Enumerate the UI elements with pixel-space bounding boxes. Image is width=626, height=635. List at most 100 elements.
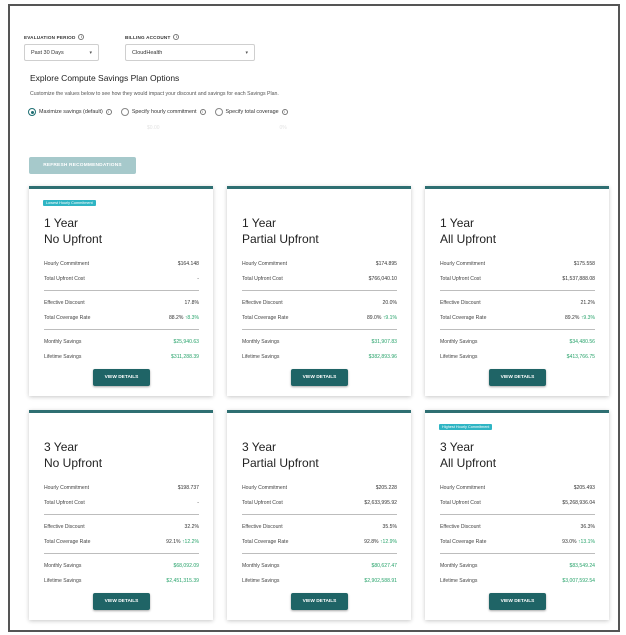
billing-account-filter: BILLING ACCOUNT i CloudHealth ▾	[125, 34, 255, 61]
hourly-commitment-row: Hourly Commitment $174.895	[242, 256, 397, 271]
plan-title: 1 Year All Upfront	[440, 216, 496, 247]
coverage-value: 88.2%	[168, 314, 184, 321]
total-upfront-cost-row: Total Upfront Cost -	[44, 495, 199, 510]
metric-label: Total Upfront Cost	[440, 499, 481, 506]
metric-value: $413,766.75	[566, 353, 595, 360]
divider	[440, 514, 595, 515]
chevron-down-icon: ▾	[245, 49, 248, 56]
option-total-coverage[interactable]: Specify total coverage i	[214, 108, 288, 116]
plan-term: 1 Year	[242, 216, 277, 230]
metric-label: Lifetime Savings	[242, 353, 280, 360]
total-coverage-input[interactable]: 0%	[280, 125, 287, 131]
effective-discount-row: Effective Discount 21.2%	[440, 295, 595, 310]
divider	[44, 290, 199, 291]
refresh-recommendations-button[interactable]: REFRESH RECOMMENDATIONS	[29, 157, 136, 174]
metric-label: Effective Discount	[440, 299, 481, 306]
hourly-commitment-input[interactable]: $0.00	[147, 125, 160, 131]
option-label: Specify total coverage	[225, 109, 279, 115]
metric-value: $3,007,592.54	[562, 577, 595, 584]
monthly-savings-row: Monthly Savings $68,092.09	[44, 558, 199, 573]
metric-label: Monthly Savings	[242, 338, 280, 345]
metric-value: 20.0%	[382, 299, 397, 306]
total-coverage-rate-row: Total Coverage Rate 88.2% ↑8.3%	[44, 310, 199, 325]
metric-value: $31,907.83	[371, 338, 398, 345]
metric-value: 93.0% ↑13.1%	[562, 539, 595, 545]
metric-label: Hourly Commitment	[44, 260, 90, 267]
metric-value: -	[197, 499, 199, 506]
metric-label: Hourly Commitment	[440, 260, 486, 267]
plan-card: 3 Year Partial Upfront Hourly Commitment $2…	[227, 410, 411, 620]
metric-value: 17.8%	[184, 299, 199, 306]
metric-label: Hourly Commitment	[242, 260, 288, 267]
radio-icon[interactable]	[214, 108, 223, 116]
divider	[44, 329, 199, 330]
coverage-delta: 12.2%	[184, 538, 199, 545]
total-coverage-rate-row: Total Coverage Rate 89.2% ↑9.3%	[440, 310, 595, 325]
monthly-savings-row: Monthly Savings $34,480.56	[440, 334, 595, 349]
option-maximize-savings[interactable]: Maximize savings (default) i	[28, 108, 112, 116]
plan-title: 1 Year No Upfront	[44, 216, 102, 247]
metric-value: 92.1% ↑12.2%	[166, 539, 199, 545]
option-label: Maximize savings (default)	[39, 109, 103, 115]
plan-term: 3 Year	[440, 440, 475, 454]
hourly-commitment-row: Hourly Commitment $164.148	[44, 256, 199, 271]
plan-title: 3 Year No Upfront	[44, 440, 102, 471]
view-details-button[interactable]: VIEW DETAILS	[291, 369, 348, 386]
coverage-delta: 12.9%	[382, 538, 397, 545]
hourly-commitment-row: Hourly Commitment $205.228	[242, 480, 397, 495]
plan-title: 3 Year Partial Upfront	[242, 440, 319, 471]
plan-title: 3 Year All Upfront	[440, 440, 496, 471]
total-upfront-cost-row: Total Upfront Cost $1,537,888.08	[440, 271, 595, 286]
metric-label: Total Coverage Rate	[242, 538, 289, 545]
metric-label: Effective Discount	[242, 299, 283, 306]
coverage-value: 92.8%	[364, 538, 379, 545]
radio-icon[interactable]	[120, 108, 129, 116]
divider	[440, 290, 595, 291]
option-label: Specify hourly commitment	[131, 109, 197, 115]
info-icon[interactable]: i	[173, 34, 180, 40]
view-details-button[interactable]: VIEW DETAILS	[93, 593, 150, 610]
metric-label: Lifetime Savings	[242, 577, 280, 584]
effective-discount-row: Effective Discount 32.2%	[44, 519, 199, 534]
metric-value: $68,092.09	[173, 562, 200, 569]
metric-label: Hourly Commitment	[44, 484, 90, 491]
divider	[440, 553, 595, 554]
metric-label: Monthly Savings	[242, 562, 280, 569]
view-details-button[interactable]: VIEW DETAILS	[93, 369, 150, 386]
total-upfront-cost-row: Total Upfront Cost $2,633,995.92	[242, 495, 397, 510]
divider	[44, 514, 199, 515]
view-details-button[interactable]: VIEW DETAILS	[291, 593, 348, 610]
plan-term: 1 Year	[44, 216, 79, 230]
plan-card: 3 Year No Upfront Hourly Commitment $198.73…	[29, 410, 213, 620]
evaluation-period-filter: EVALUATION PERIOD i Past 30 Days ▾	[24, 34, 99, 61]
info-icon[interactable]: i	[105, 109, 112, 115]
radio-selected-icon[interactable]	[28, 108, 36, 116]
metric-label: Lifetime Savings	[44, 353, 82, 360]
info-icon[interactable]: i	[199, 109, 206, 115]
coverage-value: 89.0%	[366, 314, 382, 321]
metric-value: $5,268,936.04	[562, 499, 595, 506]
lifetime-savings-row: Lifetime Savings $382,893.96	[242, 349, 397, 364]
metric-label: Lifetime Savings	[44, 577, 82, 584]
metric-value: $25,940.63	[173, 338, 200, 345]
evaluation-period-select[interactable]: Past 30 Days ▾	[24, 44, 99, 61]
lifetime-savings-row: Lifetime Savings $2,451,315.39	[44, 573, 199, 588]
view-details-button[interactable]: VIEW DETAILS	[489, 593, 546, 610]
metric-value: -	[197, 275, 199, 282]
billing-account-select[interactable]: CloudHealth ▾	[125, 44, 255, 61]
info-icon[interactable]: i	[281, 109, 288, 115]
info-icon[interactable]: i	[78, 34, 85, 40]
option-hourly-commitment[interactable]: Specify hourly commitment i	[120, 108, 206, 116]
view-details-button[interactable]: VIEW DETAILS	[489, 369, 546, 386]
metric-value: $174.895	[375, 260, 397, 267]
metric-value: $34,480.56	[569, 338, 596, 345]
plan-metrics: Hourly Commitment $175.558 Total Upfront C…	[440, 256, 595, 364]
metric-label: Total Upfront Cost	[440, 275, 481, 282]
monthly-savings-row: Monthly Savings $31,907.83	[242, 334, 397, 349]
disabled-inputs: $0.00 0%	[147, 125, 287, 131]
plan-card: Highest Hourly Commitment 3 Year All Upfro…	[425, 410, 609, 620]
total-coverage-rate-row: Total Coverage Rate 92.8% ↑12.9%	[242, 534, 397, 549]
coverage-delta: 9.1%	[385, 314, 397, 321]
metric-value: $80,627.47	[371, 562, 398, 569]
metric-label: Monthly Savings	[44, 562, 82, 569]
